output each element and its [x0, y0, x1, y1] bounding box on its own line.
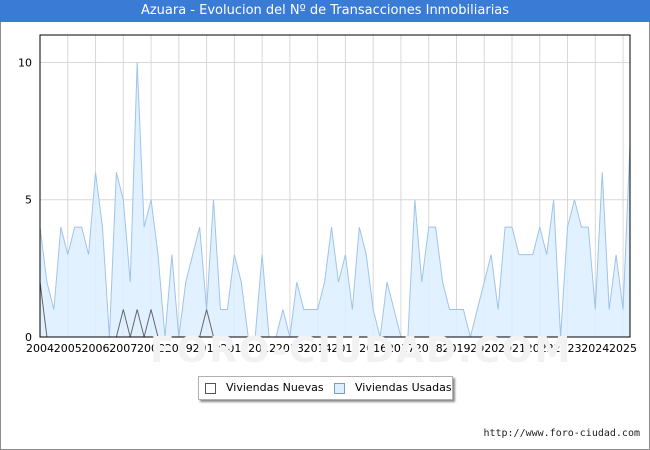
legend-swatch-usadas: [334, 382, 345, 394]
legend-item-nuevas: Viviendas Nuevas: [205, 381, 324, 395]
legend-label-usadas: Viviendas Usadas: [355, 381, 452, 394]
x-tick-label: 2005: [54, 342, 82, 355]
x-tick-label: 2024: [581, 342, 609, 355]
y-tick-label: 5: [25, 194, 32, 207]
x-tick-label: 2006: [82, 342, 110, 355]
y-tick-label: 10: [18, 56, 32, 69]
x-tick-label: 2007: [109, 342, 137, 355]
legend-swatch-nuevas: [205, 382, 216, 394]
y-tick-label: 0: [25, 331, 32, 344]
x-tick-label: 2025: [609, 342, 637, 355]
watermark-text: FORO-CIUDAD.COM: [150, 330, 573, 371]
chart-plot: 2004 2005 2006 2007 2008 2009 2010 2011 2012 2013…: [18, 34, 637, 355]
source-url: http://www.foro-ciudad.com: [483, 428, 640, 439]
legend-label-nuevas: Viviendas Nuevas: [226, 381, 324, 394]
chart-legend: Viviendas Nuevas Viviendas Usadas: [198, 376, 453, 400]
chart-title: Azuara - Evolucion del Nº de Transaccion…: [0, 0, 650, 22]
legend-item-usadas: Viviendas Usadas: [334, 381, 452, 395]
